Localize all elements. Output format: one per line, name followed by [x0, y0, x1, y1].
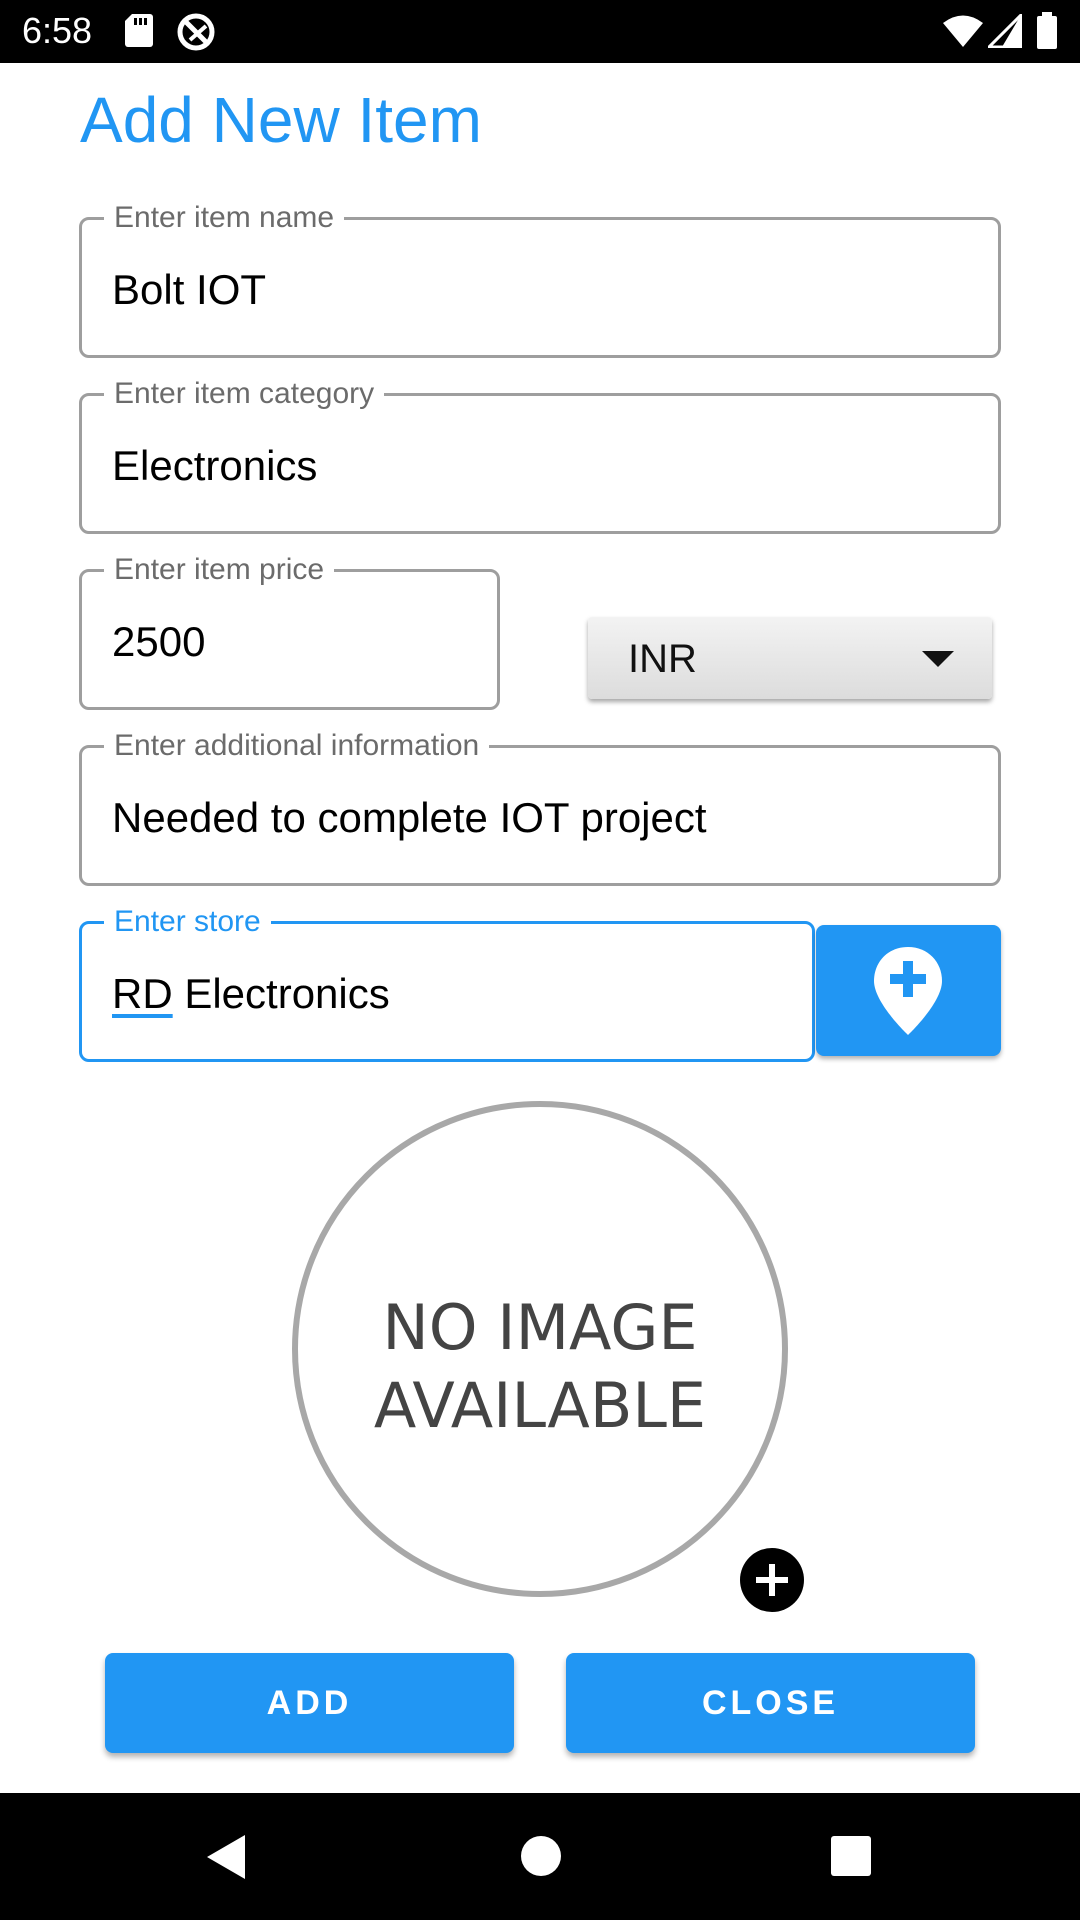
- no-image-text: NO IMAGE AVAILABLE: [373, 1291, 707, 1442]
- additional-info-field[interactable]: Enter additional information Needed to c…: [79, 728, 1001, 886]
- store-label: Enter store: [104, 904, 271, 940]
- item-category-label: Enter item category: [104, 376, 385, 412]
- item-name-label: Enter item name: [104, 200, 345, 236]
- additional-info-value: Needed to complete IOT project: [112, 794, 707, 841]
- add-location-icon: [871, 945, 945, 1042]
- recents-icon[interactable]: [831, 1836, 871, 1881]
- item-category-field[interactable]: Enter item category Electronics: [79, 376, 1001, 534]
- sync-disabled-icon: [176, 12, 216, 57]
- wifi-icon: [942, 14, 984, 53]
- page-title: Add New Item: [80, 84, 482, 156]
- additional-info-label: Enter additional information: [104, 728, 490, 764]
- add-image-button[interactable]: [740, 1548, 804, 1612]
- add-button[interactable]: ADD: [105, 1653, 514, 1753]
- currency-selected: INR: [628, 637, 697, 681]
- item-price-field[interactable]: Enter item price 2500: [79, 552, 500, 710]
- sd-card-icon: [124, 12, 154, 53]
- store-field[interactable]: Enter store RD Electronics: [79, 904, 815, 1062]
- chevron-down-icon: [922, 651, 954, 667]
- item-price-label: Enter item price: [104, 552, 335, 588]
- item-name-value: Bolt IOT: [112, 266, 267, 313]
- store-value: RD Electronics: [112, 968, 390, 1020]
- back-icon[interactable]: [203, 1833, 247, 1886]
- home-icon[interactable]: [520, 1835, 562, 1882]
- status-time: 6:58: [22, 10, 93, 51]
- item-category-value: Electronics: [112, 442, 318, 489]
- store-value-underlined: RD: [112, 970, 173, 1017]
- close-button[interactable]: CLOSE: [566, 1653, 975, 1753]
- navigation-bar: [0, 1793, 1080, 1920]
- item-image-placeholder[interactable]: NO IMAGE AVAILABLE: [292, 1101, 788, 1597]
- currency-dropdown[interactable]: INR: [588, 617, 992, 699]
- status-bar: 6:58: [0, 0, 1080, 63]
- item-price-value: 2500: [112, 618, 206, 665]
- add-location-button[interactable]: [816, 925, 1001, 1056]
- store-value-rest: Electronics: [172, 970, 390, 1017]
- cell-signal-icon: [985, 11, 1023, 53]
- item-name-field[interactable]: Enter item name Bolt IOT: [79, 200, 1001, 358]
- plus-icon: [752, 1560, 792, 1605]
- battery-icon: [1036, 12, 1058, 55]
